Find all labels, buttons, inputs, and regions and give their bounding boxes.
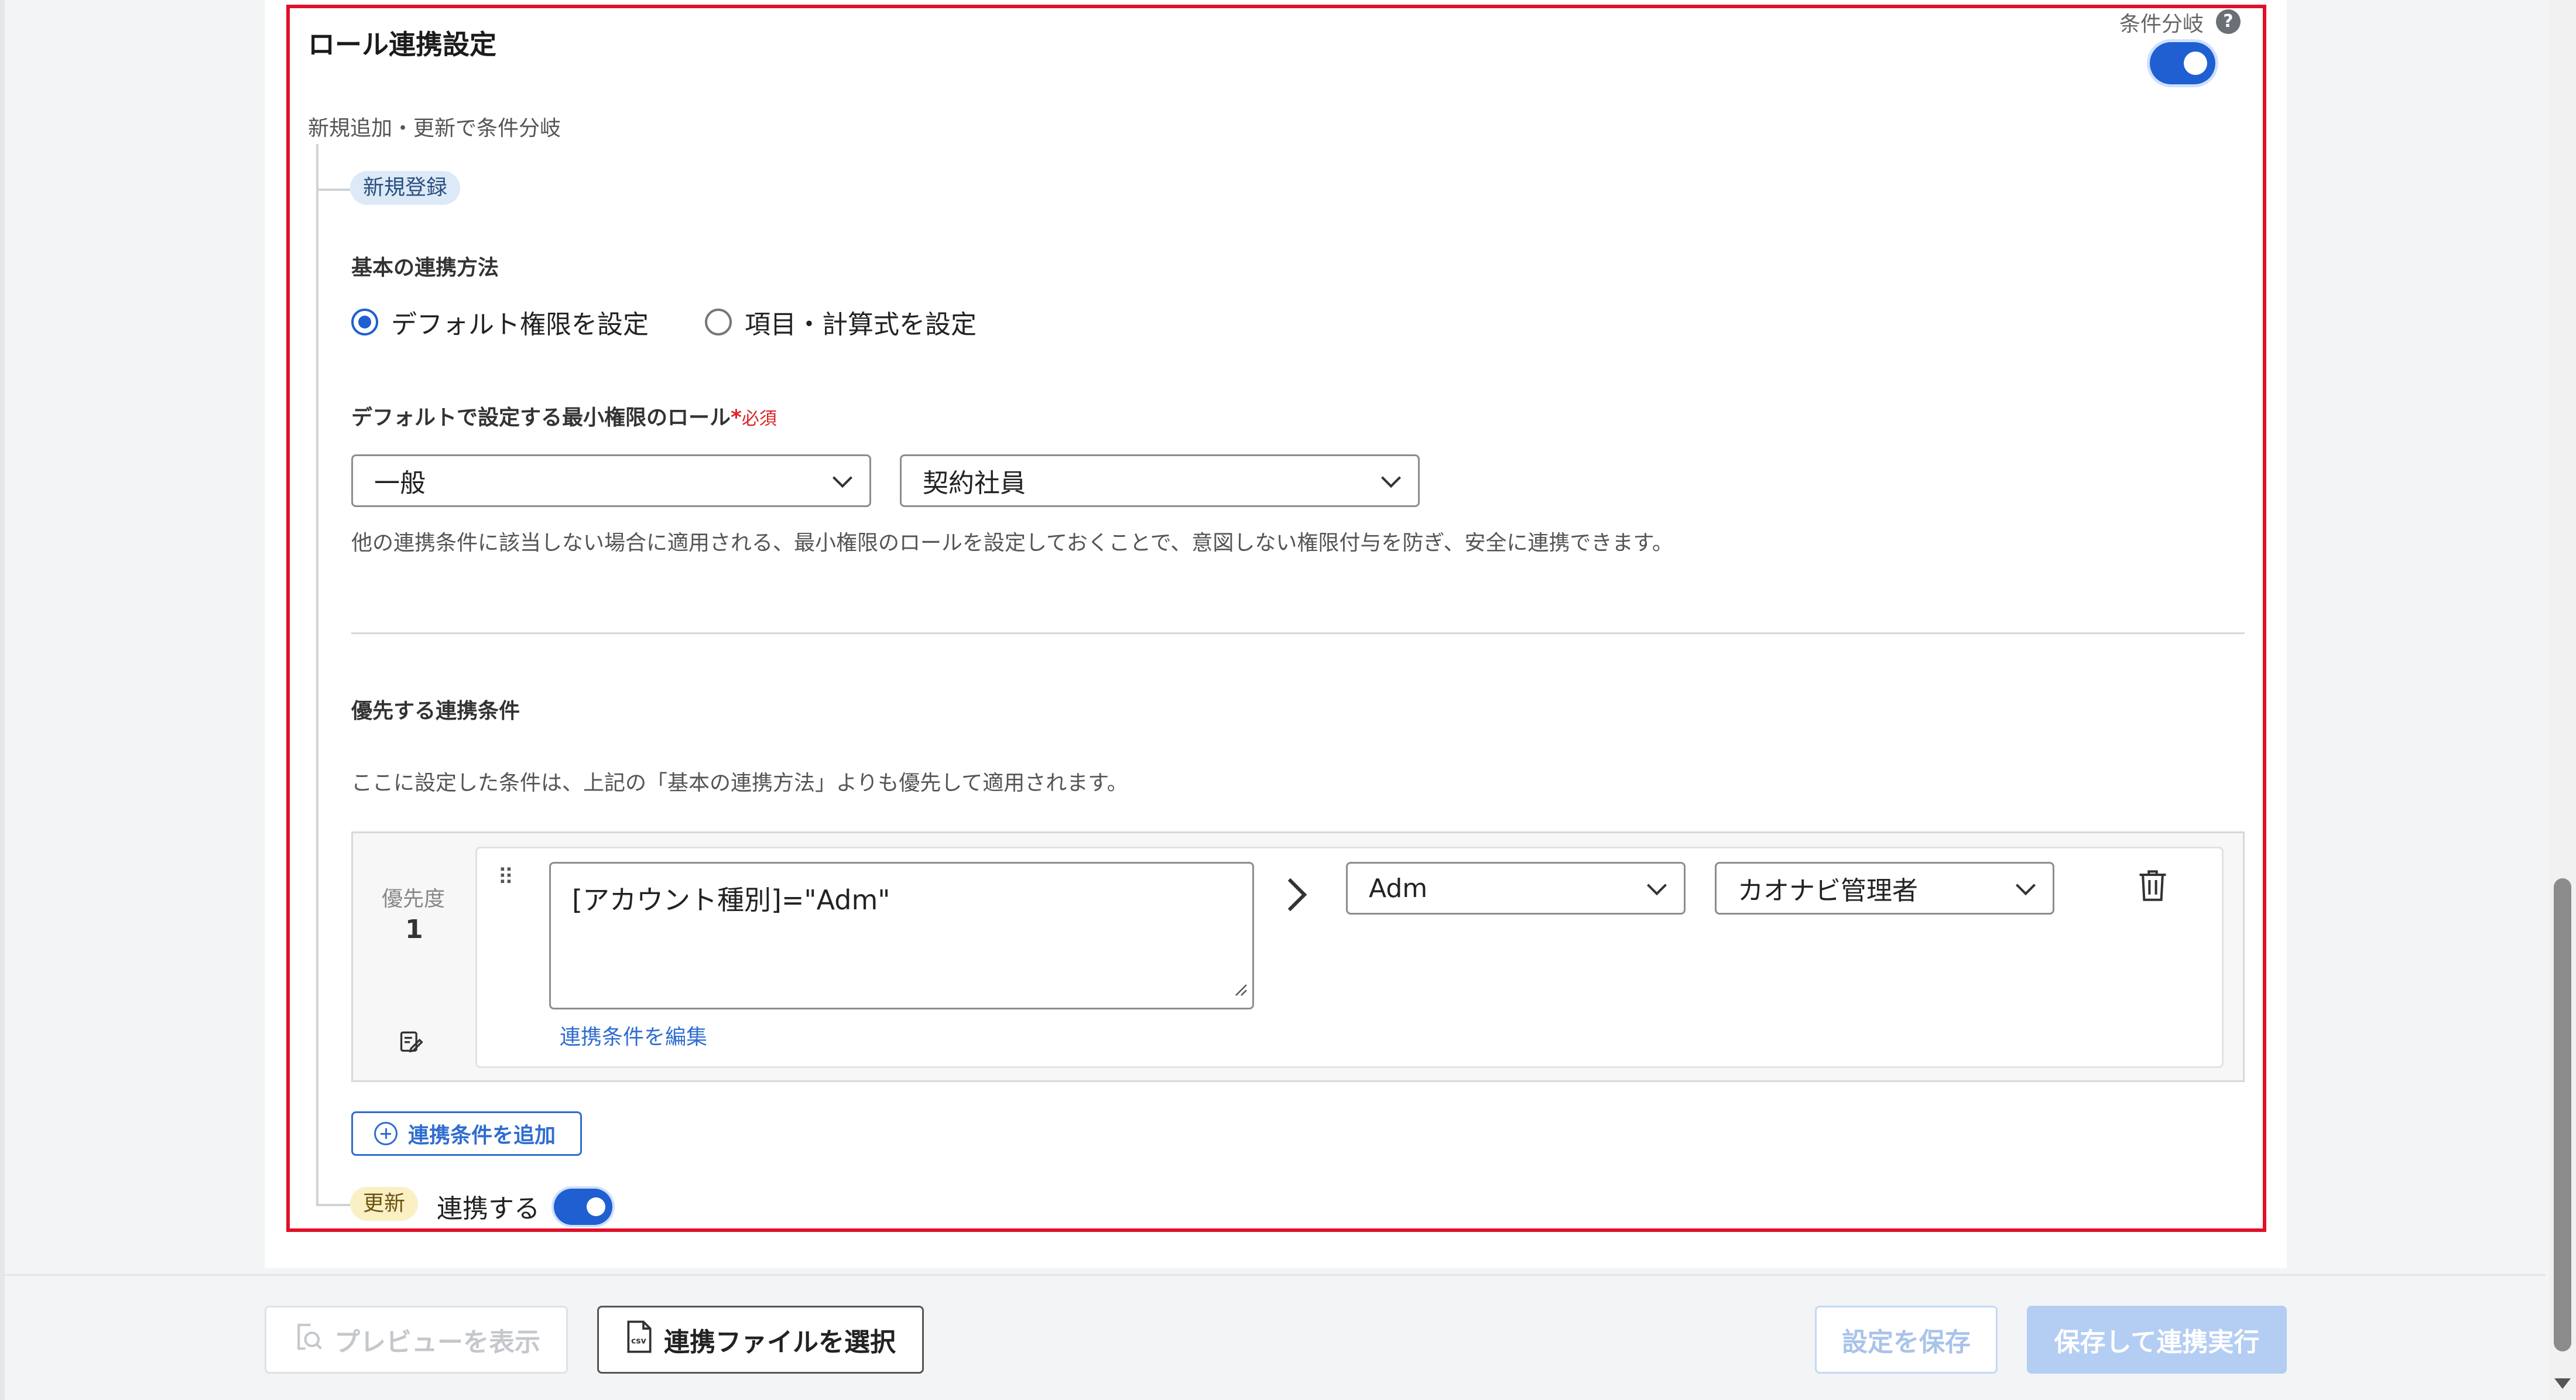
default-role-help: 他の連携条件に該当しない場合に適用される、最小権限のロールを設定しておくことで、… (351, 531, 1673, 555)
required-text: 必須 (741, 409, 777, 429)
chevron-down-icon (2016, 875, 2036, 896)
condition-branch-toggle[interactable] (2150, 42, 2215, 84)
new-registration-badge: 新規登録 (350, 171, 461, 205)
csv-file-icon: csv (625, 1320, 653, 1360)
condition-formula-input[interactable]: [アカウント種別]="Adm" (549, 862, 1254, 1009)
priority-help: ここに設定した条件は、上記の「基本の連携方法」よりも優先して適用されます。 (351, 771, 1128, 795)
select-value: 契約社員 (923, 468, 1026, 498)
radio-label: デフォルト権限を設定 (391, 310, 649, 340)
radio-button-checked[interactable] (351, 309, 378, 336)
panel-title: ロール連携設定 (308, 29, 496, 60)
select-file-button[interactable]: csv 連携ファイルを選択 (597, 1306, 924, 1374)
condition-value-select[interactable]: Adm (1346, 862, 1686, 915)
default-role-select-2[interactable]: 契約社員 (900, 454, 1420, 507)
formula-text: [アカウント種別]="Adm" (572, 884, 890, 916)
tree-connector-vertical (316, 144, 318, 1206)
drag-handle-icon[interactable]: ⠿ (498, 864, 514, 890)
select-value: カオナビ管理者 (1738, 876, 1918, 906)
preview-search-icon (292, 1321, 324, 1359)
default-role-label: デフォルトで設定する最小権限のロール*必須 (351, 401, 777, 431)
plus-circle-icon (374, 1122, 398, 1145)
edit-note-icon[interactable] (398, 1028, 424, 1056)
section-divider (351, 632, 2245, 634)
default-role-label-text: デフォルトで設定する最小権限のロール (351, 406, 731, 430)
chevron-down-icon (1647, 875, 1667, 896)
default-role-select-1[interactable]: 一般 (351, 454, 871, 507)
panel-subtitle: 新規追加・更新で条件分岐 (308, 117, 561, 141)
select-value: Adm (1369, 873, 1428, 903)
update-sync-toggle[interactable] (554, 1189, 612, 1225)
priority-label: 優先度 (382, 887, 446, 911)
chevron-down-icon (833, 468, 852, 488)
toggle-knob (587, 1197, 605, 1216)
radio-default-permission[interactable]: デフォルト権限を設定 (351, 303, 649, 341)
edit-condition-link[interactable]: 連携条件を編集 (560, 1020, 707, 1050)
preview-button-label: プレビューを表示 (334, 1327, 540, 1357)
condition-branch-label: 条件分岐 (2119, 12, 2204, 36)
trash-icon[interactable] (2137, 868, 2169, 905)
scrollbar-thumb[interactable] (2554, 878, 2571, 1351)
select-file-label: 連携ファイルを選択 (664, 1327, 896, 1357)
required-star: * (731, 406, 742, 430)
resize-grip-icon[interactable] (1232, 971, 1248, 1003)
priority-section-label: 優先する連携条件 (351, 699, 520, 723)
priority-number: 1 (405, 915, 423, 944)
save-and-run-button[interactable]: 保存して連携実行 (2027, 1306, 2287, 1374)
update-sync-label: 連携する (437, 1194, 540, 1224)
add-condition-label: 連携条件を追加 (408, 1124, 556, 1148)
toggle-knob (2184, 52, 2207, 75)
select-value: 一般 (374, 468, 426, 498)
tree-connector-update (316, 1204, 350, 1206)
radio-button-unchecked[interactable] (705, 309, 732, 336)
update-badge: 更新 (350, 1187, 419, 1221)
chevron-down-icon (1381, 468, 1401, 488)
radio-item-formula[interactable]: 項目・計算式を設定 (705, 303, 977, 341)
question-circle-icon[interactable]: ? (2216, 9, 2241, 34)
svg-text:csv: csv (631, 1336, 646, 1346)
basic-method-label: 基本の連携方法 (351, 256, 499, 280)
radio-label: 項目・計算式を設定 (745, 310, 977, 340)
save-settings-button[interactable]: 設定を保存 (1815, 1306, 1998, 1374)
scroll-down-arrow-icon[interactable] (2554, 1378, 2571, 1389)
tree-connector-new (316, 189, 350, 191)
condition-role-select[interactable]: カオナビ管理者 (1715, 862, 2054, 915)
add-condition-button[interactable]: 連携条件を追加 (351, 1111, 582, 1156)
footer-divider (5, 1274, 2546, 1276)
preview-button[interactable]: プレビューを表示 (265, 1306, 568, 1374)
page-edge (0, 0, 5, 1400)
